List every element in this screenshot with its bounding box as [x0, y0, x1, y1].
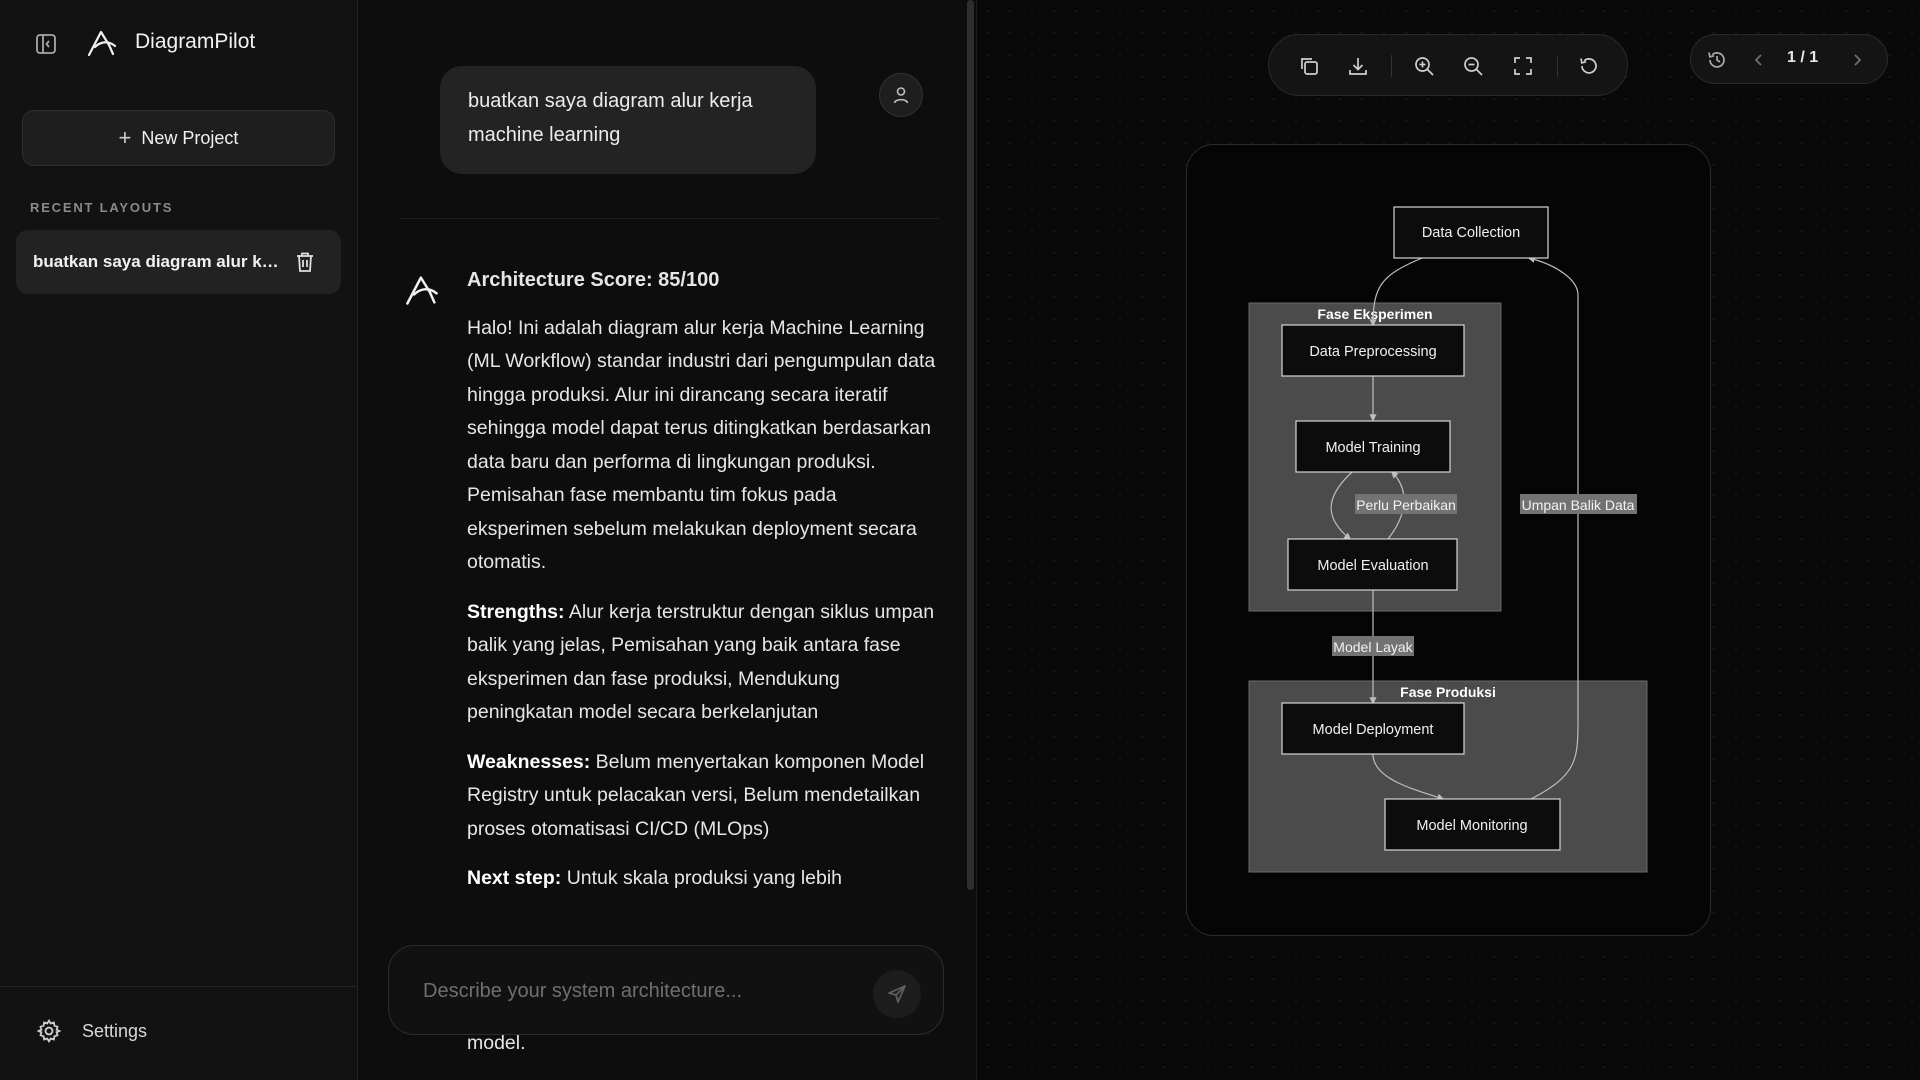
send-button[interactable]	[873, 970, 921, 1018]
assistant-message: Architecture Score: 85/100 Halo! Ini ada…	[467, 264, 939, 912]
app-title: DiagramPilot	[135, 30, 256, 53]
chat-scrollbar[interactable]	[967, 0, 974, 890]
edge-label-model-layak: Model Layak	[1333, 639, 1413, 655]
node-model-evaluation-label: Model Evaluation	[1317, 558, 1428, 574]
composer	[388, 945, 944, 1035]
node-model-training-label: Model Training	[1325, 440, 1420, 456]
assistant-logo-icon	[404, 272, 440, 308]
weaknesses-label: Weaknesses:	[467, 750, 591, 773]
cluster-experiment-title: Fase Eksperimen	[1317, 306, 1432, 322]
plus-icon: +	[118, 125, 132, 150]
sidebar: DiagramPilot + New Project RECENT LAYOUT…	[0, 0, 358, 1080]
recent-layouts-heading: RECENT LAYOUTS	[30, 200, 174, 215]
assistant-next-step: Next step: Untuk skala produksi yang leb…	[467, 862, 939, 896]
diagram-canvas: 1 / 1 Fase Eksperimen Fase Produksi Perl…	[976, 0, 1920, 1080]
next-step-label: Next step:	[467, 867, 562, 889]
settings-label: Settings	[82, 1020, 148, 1041]
recent-layout-item[interactable]: buatkan saya diagram alur kerja machine …	[16, 230, 341, 294]
ml-workflow-diagram: Fase Eksperimen Fase Produksi Perlu Perb…	[1248, 206, 1648, 873]
next-step-text: Untuk skala produksi yang lebih	[566, 867, 843, 889]
diagrampilot-logo-icon	[86, 27, 118, 59]
node-data-preprocessing-label: Data Preprocessing	[1309, 344, 1436, 360]
new-project-label: New Project	[141, 127, 239, 148]
recent-layout-label: buatkan saya diagram alur kerja machine …	[33, 252, 288, 271]
edge-label-umpan-balik-data: Umpan Balik Data	[1522, 497, 1635, 513]
node-data-collection-label: Data Collection	[1422, 225, 1520, 241]
user-message-bubble: buatkan saya diagram alur kerja machine …	[440, 66, 816, 174]
settings-button[interactable]: Settings	[36, 1018, 147, 1044]
edge-label-perlu-perbaikan: Perlu Perbaikan	[1356, 497, 1456, 513]
trash-icon[interactable]	[295, 251, 315, 273]
sidebar-divider	[0, 986, 358, 987]
node-model-deployment-label: Model Deployment	[1313, 722, 1434, 738]
strengths-label: Strengths:	[467, 600, 565, 623]
assistant-intro: Halo! Ini adalah diagram alur kerja Mach…	[467, 316, 936, 574]
send-icon	[888, 985, 906, 1003]
architecture-input[interactable]	[423, 972, 853, 1010]
cluster-production-title: Fase Produksi	[1400, 684, 1496, 700]
gear-icon	[36, 1019, 62, 1043]
assistant-weaknesses: Weaknesses: Belum menyertakan komponen M…	[467, 746, 939, 847]
chat-panel: buatkan saya diagram alur kerja machine …	[359, 0, 975, 1080]
architecture-score: Architecture Score: 85/100	[467, 269, 720, 291]
assistant-message-tail: model.	[467, 1032, 526, 1054]
assistant-strengths: Strengths: Alur kerja terstruktur dengan…	[467, 596, 939, 730]
sidebar-toggle-icon[interactable]	[34, 32, 58, 56]
user-avatar-icon	[879, 73, 923, 117]
new-project-button[interactable]: + New Project	[22, 110, 335, 166]
node-model-monitoring-label: Model Monitoring	[1416, 818, 1527, 834]
app-root: DiagramPilot + New Project RECENT LAYOUT…	[0, 0, 1920, 1080]
message-divider	[399, 218, 939, 219]
